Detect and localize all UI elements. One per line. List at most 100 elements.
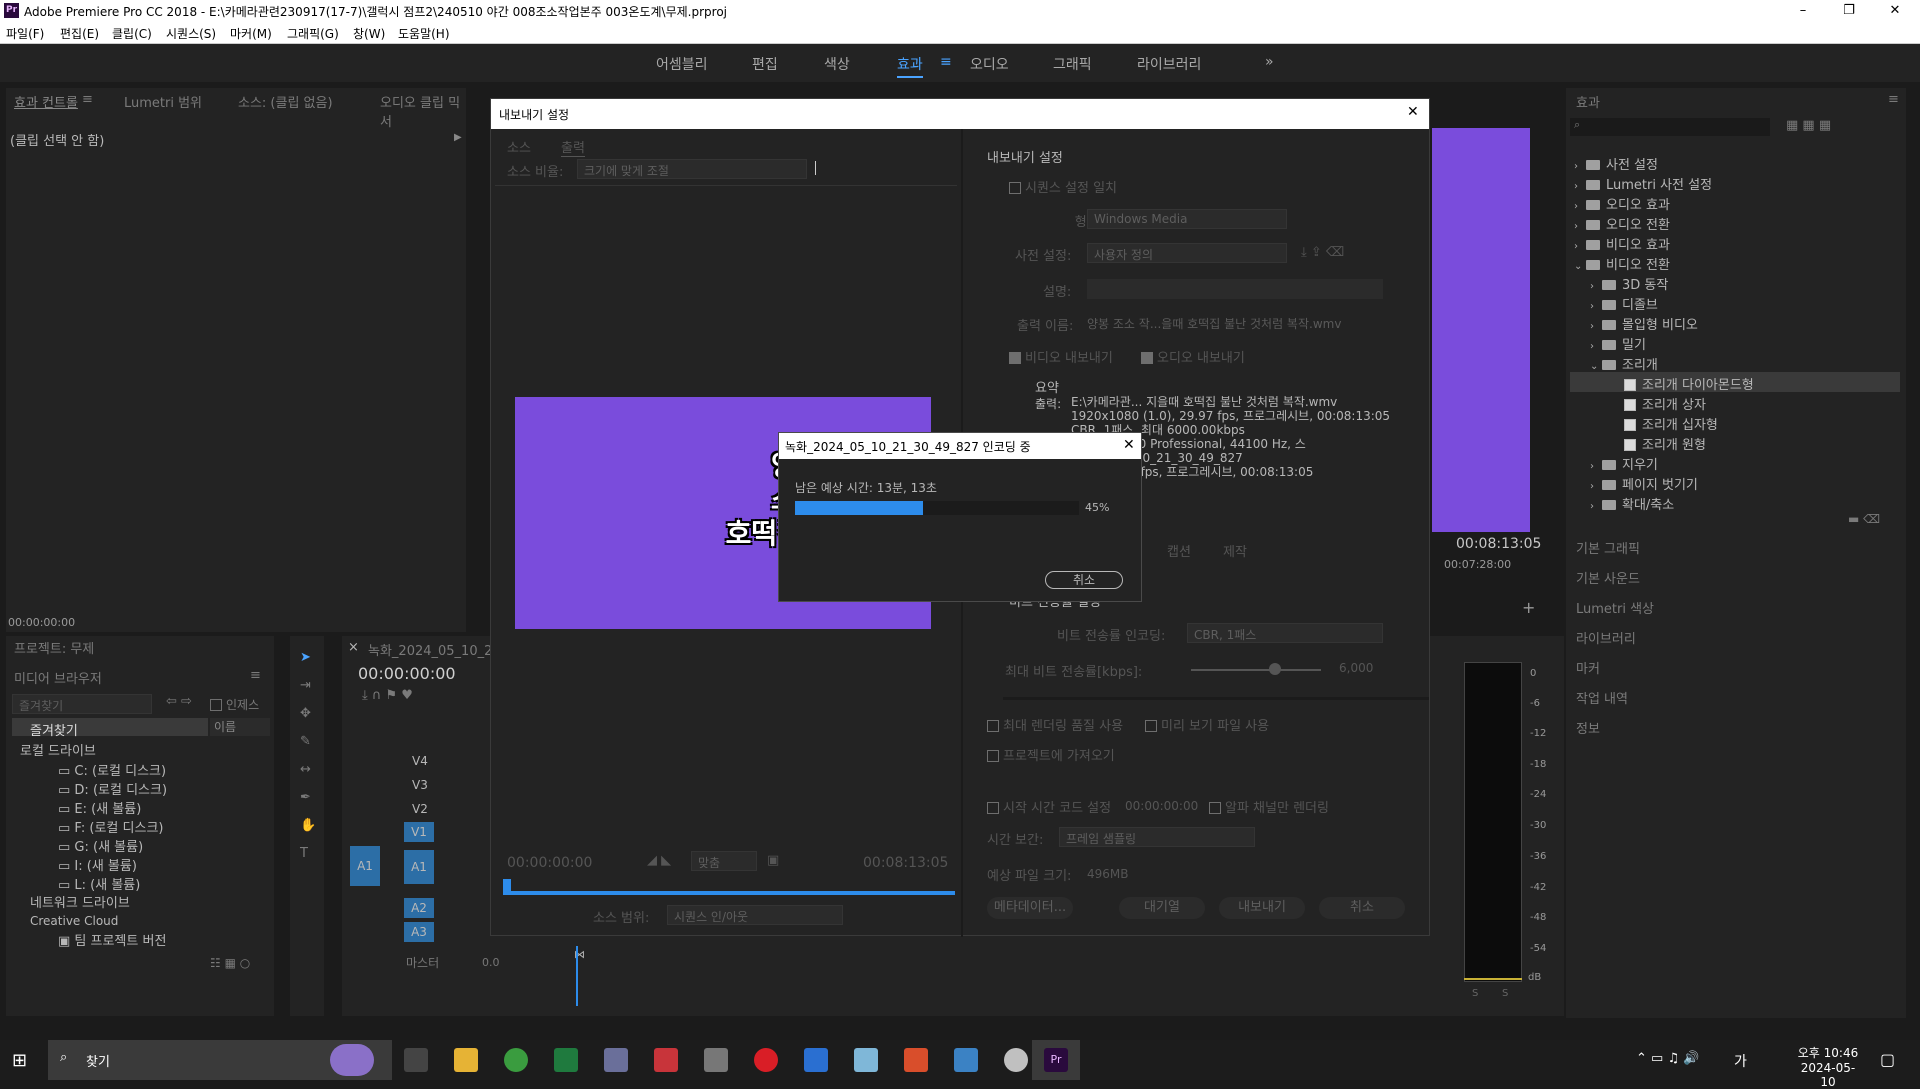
panel-essential-graphics[interactable]: 기본 그래픽 [1576, 538, 1640, 557]
taskbar-search[interactable]: ⌕ 찾기 [48, 1040, 392, 1080]
workspace-color[interactable]: 색상 [824, 54, 850, 74]
menu-help[interactable]: 도움말(H) [398, 25, 450, 42]
export-timecode-start[interactable]: 00:00:00:00 [507, 855, 592, 871]
tab-effect-controls[interactable]: 효과 컨트롤 [14, 92, 78, 111]
tree-creative-cloud[interactable]: Creative Cloud [30, 914, 118, 928]
track-a3[interactable]: A3 [404, 922, 434, 942]
tree-local-drives[interactable]: 로컬 드라이브 [20, 740, 96, 759]
menu-edit[interactable]: 편집(E) [60, 25, 99, 42]
workspace-editing[interactable]: 편집 [752, 54, 778, 74]
app-icon[interactable] [904, 1048, 928, 1072]
track-master[interactable]: 마스터 [406, 954, 439, 971]
menu-window[interactable]: 창(W) [353, 25, 385, 42]
track-v3[interactable]: V3 [412, 778, 428, 792]
master-volume[interactable]: 0.0 [482, 956, 500, 969]
timeline-sequence-tab[interactable]: 녹화_2024_05_10_21 [368, 640, 501, 659]
export-cancel-button[interactable]: 취소 [1319, 897, 1405, 919]
export-audio-checkbox[interactable] [1141, 352, 1153, 364]
media-browser-menu-icon[interactable]: ≡ [250, 668, 261, 683]
set-start-timecode-checkbox[interactable] [987, 802, 999, 814]
workspace-graphics[interactable]: 그래픽 [1053, 54, 1092, 74]
chevron-down-icon[interactable]: ⌄ [1574, 261, 1586, 272]
program-timecode[interactable]: 00:08:13:05 [1456, 536, 1541, 552]
max-bitrate-slider[interactable] [1191, 669, 1321, 671]
app-icon[interactable] [854, 1048, 878, 1072]
source-range-dropdown[interactable]: 시퀀스 인/아웃 [667, 905, 843, 925]
notification-icon[interactable]: ▢ [1880, 1050, 1895, 1069]
type-tool-icon[interactable]: T [300, 846, 308, 861]
ingest-checkbox[interactable] [210, 699, 222, 711]
effects-menu-icon[interactable]: ≡ [1888, 92, 1899, 107]
tree-team-projects[interactable]: ▣ 팀 프로젝트 버전 [58, 930, 166, 949]
razor-tool-icon[interactable]: ✎ [300, 734, 311, 749]
tree-drive-l[interactable]: ▭ L: (새 볼륨) [58, 874, 140, 893]
favorites-dropdown[interactable]: 즐겨찾기 [12, 694, 152, 714]
tab-output-preview[interactable]: 출력 [561, 137, 585, 157]
tab-audio-clip-mixer[interactable]: 오디오 클립 믹서 [380, 92, 466, 130]
chevron-right-icon[interactable]: › [1590, 341, 1602, 352]
use-previews-checkbox[interactable] [1145, 720, 1157, 732]
tree-drive-d[interactable]: ▭ D: (로컬 디스크) [58, 779, 167, 798]
system-tray-icons[interactable]: ⌃ ▭ ♫ 🔊 [1636, 1051, 1699, 1066]
summary-header[interactable]: 요약 [1035, 377, 1059, 396]
export-dialog-close-button[interactable]: ✕ [1407, 104, 1419, 120]
tab-effects-menu-icon[interactable]: ≡ [82, 92, 93, 107]
track-select-tool-icon[interactable]: ⇥ [300, 678, 311, 693]
fit-dropdown[interactable]: 맞춤 [691, 851, 757, 871]
ime-indicator[interactable]: 가 [1734, 1051, 1747, 1071]
format-dropdown[interactable]: Windows Media [1087, 209, 1287, 229]
tab-source-preview[interactable]: 소스 [507, 137, 531, 156]
effects-tree-item[interactable]: › 사전 설정 [1570, 152, 1900, 173]
comments-input[interactable] [1087, 279, 1383, 299]
chevron-right-icon[interactable]: › [1590, 281, 1602, 292]
panel-essential-sound[interactable]: 기본 사운드 [1576, 568, 1640, 587]
chevron-right-icon[interactable]: › [1574, 221, 1586, 232]
program-add-button-icon[interactable]: + [1522, 598, 1535, 617]
menu-sequence[interactable]: 시퀀스(S) [166, 25, 216, 42]
effects-tree-item[interactable]: › 페이지 벗기기 [1570, 472, 1900, 493]
chevron-right-icon[interactable]: › [1590, 481, 1602, 492]
track-v2[interactable]: V2 [412, 802, 428, 816]
effects-tree-item[interactable]: › 밀기 [1570, 332, 1900, 353]
menu-graphics[interactable]: 그래픽(G) [287, 25, 339, 42]
tree-drive-f[interactable]: ▭ F: (로컬 디스크) [58, 817, 163, 836]
track-a2[interactable]: A2 [404, 898, 434, 918]
workspace-audio[interactable]: 오디오 [970, 54, 1009, 74]
hand-tool-icon[interactable]: ✋ [300, 818, 316, 833]
chevron-right-icon[interactable]: › [1574, 241, 1586, 252]
effects-tree-item[interactable]: › 지우기 [1570, 452, 1900, 473]
encoding-dialog-close-button[interactable]: ✕ [1123, 437, 1135, 453]
effects-tree-item[interactable]: 조리개 다이아몬드형 [1570, 372, 1900, 393]
effects-tree-item[interactable]: 조리개 십자형 [1570, 412, 1900, 433]
chevron-right-icon[interactable]: › [1574, 201, 1586, 212]
view-options-icon[interactable]: ☷ ▦ ○ [210, 956, 250, 970]
close-window-button[interactable]: ✕ [1872, 0, 1918, 22]
app-icon[interactable] [654, 1048, 678, 1072]
chevron-right-icon[interactable]: › [1574, 181, 1586, 192]
menu-file[interactable]: 파일(F) [6, 25, 44, 42]
slip-tool-icon[interactable]: ↔ [300, 762, 311, 777]
time-interpolation-dropdown[interactable]: 프레임 샘플링 [1059, 827, 1255, 847]
menu-marker[interactable]: 마커(M) [230, 25, 272, 42]
export-settings-header[interactable]: 내보내기 설정 [987, 147, 1063, 166]
set-in-out-icons[interactable]: ◢ ◣ [647, 853, 671, 868]
name-column-header[interactable]: 이름 [210, 718, 270, 736]
ripple-edit-tool-icon[interactable]: ✥ [300, 706, 311, 721]
chevron-right-icon[interactable]: › [1590, 301, 1602, 312]
preset-action-icons[interactable]: ⤓ ⇪ ⌫ [1301, 245, 1344, 260]
panel-history[interactable]: 작업 내역 [1576, 688, 1628, 707]
start-timecode-value[interactable]: 00:00:00:00 [1125, 799, 1198, 813]
panel-libraries[interactable]: 라이브러리 [1576, 628, 1636, 647]
maximize-button[interactable]: ❐ [1826, 0, 1872, 22]
chevron-down-icon[interactable]: ⌄ [1590, 361, 1602, 372]
workspace-effects[interactable]: 효과 [897, 54, 923, 78]
panel-markers[interactable]: 마커 [1576, 658, 1600, 677]
workspace-libraries[interactable]: 라이브러리 [1137, 54, 1201, 74]
timeline-tool-icons[interactable]: ⤓ ∩ ⚑ ♥ [362, 688, 413, 703]
excel-icon[interactable] [554, 1048, 578, 1072]
premiere-taskbar-icon[interactable]: Pr [1044, 1048, 1068, 1072]
menu-clip[interactable]: 클립(C) [112, 25, 152, 42]
workspace-menu-icon[interactable]: ≡ [940, 54, 952, 70]
chevron-right-icon[interactable]: › [1590, 461, 1602, 472]
tree-drive-g[interactable]: ▭ G: (새 볼륨) [58, 836, 143, 855]
